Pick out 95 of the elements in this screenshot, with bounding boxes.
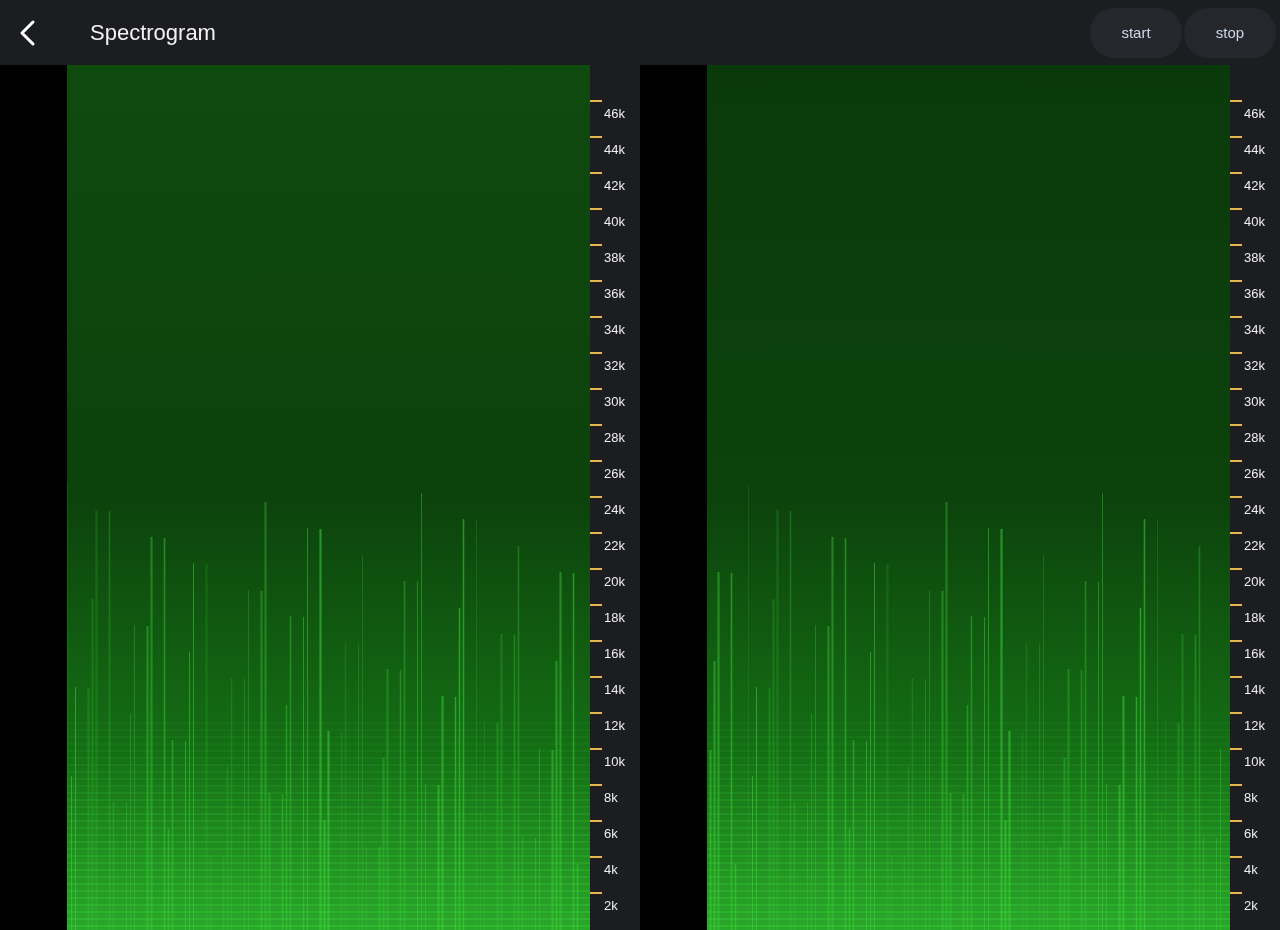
frequency-label: 12k <box>604 718 625 733</box>
axis-tick <box>590 712 602 714</box>
axis-tick <box>1230 172 1242 174</box>
frequency-label: 6k <box>604 826 618 841</box>
frequency-label: 40k <box>604 214 625 229</box>
frequency-label: 36k <box>604 286 625 301</box>
axis-tick <box>1230 748 1242 750</box>
frequency-label: 6k <box>1244 826 1258 841</box>
frequency-label: 24k <box>1244 502 1265 517</box>
axis-tick <box>590 100 602 102</box>
axis-tick <box>590 280 602 282</box>
axis-tick <box>1230 640 1242 642</box>
axis-tick <box>1230 100 1242 102</box>
frequency-label: 44k <box>604 142 625 157</box>
axis-tick <box>1230 496 1242 498</box>
axis-tick <box>1230 676 1242 678</box>
axis-tick <box>590 604 602 606</box>
axis-tick <box>590 748 602 750</box>
axis-tick <box>1230 460 1242 462</box>
frequency-label: 42k <box>1244 178 1265 193</box>
axis-tick <box>1230 820 1242 822</box>
frequency-label: 34k <box>1244 322 1265 337</box>
frequency-label: 22k <box>1244 538 1265 553</box>
frequency-label: 24k <box>604 502 625 517</box>
axis-tick <box>590 892 602 894</box>
axis-tick <box>590 388 602 390</box>
frequency-label: 18k <box>1244 610 1265 625</box>
axis-tick <box>590 784 602 786</box>
axis-tick <box>1230 280 1242 282</box>
axis-tick <box>590 496 602 498</box>
axis-tick <box>590 820 602 822</box>
axis-tick <box>1230 712 1242 714</box>
frequency-label: 16k <box>604 646 625 661</box>
frequency-label: 14k <box>1244 682 1265 697</box>
axis-tick <box>1230 208 1242 210</box>
frequency-label: 28k <box>604 430 625 445</box>
frequency-label: 10k <box>1244 754 1265 769</box>
frequency-label: 16k <box>1244 646 1265 661</box>
axis-tick <box>1230 352 1242 354</box>
axis-tick <box>1230 388 1242 390</box>
axis-tick <box>590 136 602 138</box>
axis-tick <box>1230 316 1242 318</box>
axis-tick <box>590 172 602 174</box>
page-title: Spectrogram <box>90 19 217 46</box>
axis-tick <box>590 424 602 426</box>
frequency-label: 12k <box>1244 718 1265 733</box>
axis-tick <box>1230 424 1242 426</box>
frequency-label: 38k <box>604 250 625 265</box>
frequency-label: 44k <box>1244 142 1265 157</box>
stop-button[interactable]: stop <box>1184 7 1276 58</box>
frequency-label: 4k <box>1244 862 1258 877</box>
frequency-label: 8k <box>604 790 618 805</box>
frequency-label: 26k <box>1244 466 1265 481</box>
frequency-label: 22k <box>604 538 625 553</box>
frequency-label: 30k <box>1244 394 1265 409</box>
frequency-label: 46k <box>604 106 625 121</box>
axis-tick <box>1230 856 1242 858</box>
axis-tick <box>590 640 602 642</box>
axis-tick <box>590 244 602 246</box>
frequency-label: 4k <box>604 862 618 877</box>
axis-tick <box>1230 604 1242 606</box>
axis-tick <box>590 856 602 858</box>
axis-tick <box>590 568 602 570</box>
axis-tick <box>1230 784 1242 786</box>
frequency-label: 30k <box>604 394 625 409</box>
frequency-label: 46k <box>1244 106 1265 121</box>
frequency-label: 38k <box>1244 250 1265 265</box>
axis-tick <box>590 316 602 318</box>
axis-tick <box>590 460 602 462</box>
frequency-label: 26k <box>604 466 625 481</box>
frequency-label: 40k <box>1244 214 1265 229</box>
frequency-label: 18k <box>604 610 625 625</box>
frequency-label: 34k <box>604 322 625 337</box>
frequency-label: 14k <box>604 682 625 697</box>
start-button[interactable]: start <box>1090 7 1182 58</box>
frequency-label: 2k <box>1244 898 1258 913</box>
axis-tick <box>590 676 602 678</box>
axis-tick <box>1230 244 1242 246</box>
frequency-label: 32k <box>604 358 625 373</box>
frequency-label: 8k <box>1244 790 1258 805</box>
frequency-label: 2k <box>604 898 618 913</box>
frequency-label: 42k <box>604 178 625 193</box>
frequency-label: 20k <box>604 574 625 589</box>
axis-tick <box>1230 568 1242 570</box>
frequency-label: 20k <box>1244 574 1265 589</box>
frequency-label: 32k <box>1244 358 1265 373</box>
axis-tick <box>590 532 602 534</box>
axis-tick <box>1230 136 1242 138</box>
axis-tick <box>1230 892 1242 894</box>
frequency-label: 10k <box>604 754 625 769</box>
frequency-label: 36k <box>1244 286 1265 301</box>
axis-tick <box>1230 532 1242 534</box>
axis-tick <box>590 208 602 210</box>
frequency-label: 28k <box>1244 430 1265 445</box>
axis-tick <box>590 352 602 354</box>
